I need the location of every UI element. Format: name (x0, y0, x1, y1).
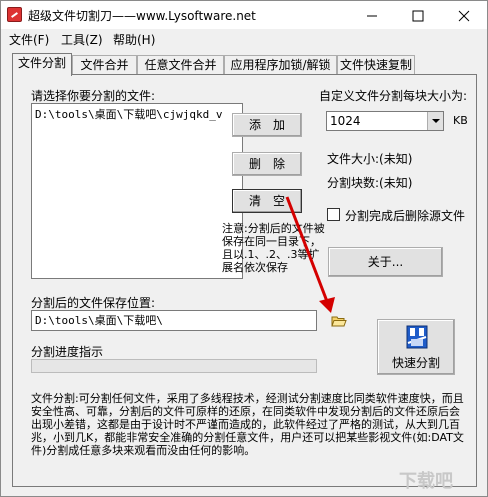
add-button[interactable]: 添 加 (232, 113, 302, 137)
app-window: 超级文件切割刀——www.Lysoftware.net 文件(F) 工具(Z) … (0, 0, 488, 497)
chevron-down-icon[interactable] (427, 112, 443, 130)
menu-file[interactable]: 文件(F) (9, 31, 49, 48)
tab-file-split[interactable]: 文件分割 (12, 53, 72, 76)
chunk-size-select[interactable]: 1024 (326, 111, 444, 131)
file-list-item[interactable]: D:\tools\桌面\下载吧\cjwjqkd_v (35, 106, 239, 122)
chunk-size-unit: KB (453, 114, 468, 127)
window-title: 超级文件切割刀——www.Lysoftware.net (28, 9, 256, 23)
chunk-count-label: 分割块数:(未知) (327, 176, 413, 190)
custom-size-label: 自定义文件分割每块大小为: (319, 89, 468, 103)
tab-strip: 文件分割 文件合并 任意文件合并 应用程序加锁/解锁 文件快速复制 (12, 53, 472, 76)
menu-tools[interactable]: 工具(Z) (61, 31, 103, 48)
clear-button[interactable]: 清 空 (232, 189, 302, 213)
description-text: 文件分割:可分割任何文件，采用了多线程技术，经测试分割速度比同类软件速度快，而且… (31, 392, 464, 457)
title-bar: 超级文件切割刀——www.Lysoftware.net (1, 1, 487, 29)
delete-source-label[interactable]: 分割完成后删除源文件 (345, 207, 465, 224)
save-location-label: 分割后的文件保存位置: (31, 296, 156, 310)
tab-file-merge[interactable]: 文件合并 (72, 55, 137, 75)
quick-split-label: 快速分割 (391, 356, 440, 370)
maximize-icon (412, 10, 424, 22)
note-text: 注意:分割后的文件被保存在同一目录下，且以.1、.2、.3等扩展名依次保存 (222, 222, 325, 274)
about-button[interactable]: 关于... (328, 247, 443, 277)
save-location-field[interactable]: D:\tools\桌面\下载吧\ (31, 310, 317, 331)
chunk-size-value: 1024 (330, 114, 361, 128)
tab-fast-copy[interactable]: 文件快速复制 (337, 55, 415, 75)
delete-button[interactable]: 删 除 (232, 152, 302, 176)
file-list[interactable]: D:\tools\桌面\下载吧\cjwjqkd_v (31, 103, 243, 279)
tab-any-file-merge[interactable]: 任意文件合并 (137, 55, 224, 75)
menu-help[interactable]: 帮助(H) (113, 31, 155, 48)
tab-app-lock[interactable]: 应用程序加锁/解锁 (224, 55, 337, 75)
maximize-button[interactable] (395, 1, 441, 29)
menu-bar: 文件(F) 工具(Z) 帮助(H) (1, 29, 487, 49)
quick-split-button[interactable]: 快速分割 (377, 319, 455, 375)
select-files-label: 请选择你要分割的文件: (31, 89, 156, 103)
minimize-button[interactable] (349, 1, 395, 29)
close-icon (458, 10, 470, 22)
file-split-icon (406, 325, 428, 349)
folder-open-icon[interactable] (331, 314, 347, 328)
delete-source-checkbox[interactable] (327, 208, 340, 221)
progress-label: 分割进度指示 (31, 345, 104, 359)
watermark-logo: 下载吧 (399, 471, 453, 492)
file-size-label: 文件大小:(未知) (327, 152, 413, 166)
app-logo-icon (7, 7, 22, 22)
close-button[interactable] (441, 1, 487, 29)
split-progress-bar (31, 359, 317, 373)
file-split-panel: 请选择你要分割的文件: D:\tools\桌面\下载吧\cjwjqkd_v 添 … (12, 74, 477, 487)
minimize-icon (367, 15, 377, 17)
